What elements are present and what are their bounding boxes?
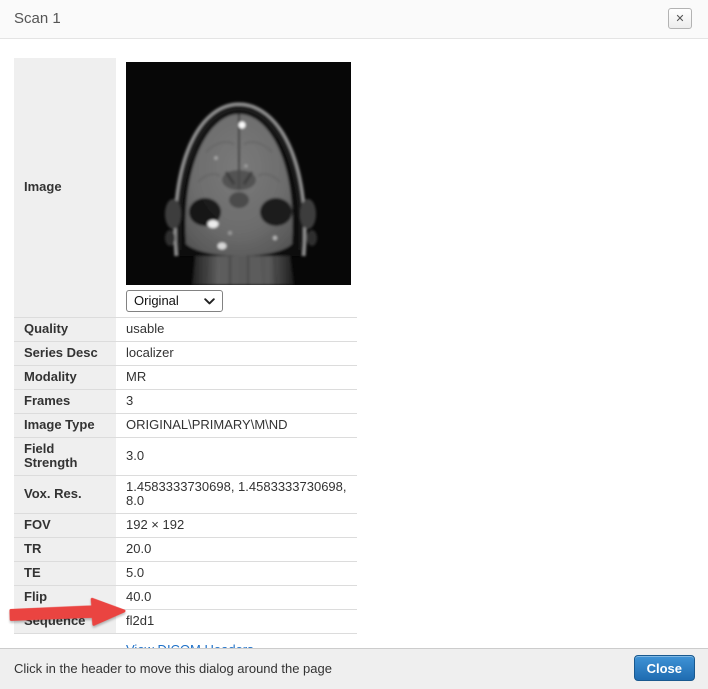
footer-hint-text: Click in the header to move this dialog … (14, 649, 332, 689)
table-row: Modality MR (14, 366, 357, 390)
table-row: Image Type ORIGINAL\PRIMARY\M\ND (14, 414, 357, 438)
dialog-body: Image (0, 39, 708, 648)
row-value: 5.0 (116, 562, 357, 586)
table-row: Vox. Res. 1.4583333730698, 1.45833337306… (14, 476, 357, 514)
row-value: ORIGINAL\PRIMARY\M\ND (116, 414, 357, 438)
image-view-select-value: Original (134, 294, 179, 308)
table-row: Flip 40.0 (14, 586, 357, 610)
mri-image (126, 62, 351, 285)
row-label: TR (14, 538, 116, 562)
row-value: MR (116, 366, 357, 390)
row-label: Frames (14, 390, 116, 414)
row-label: TE (14, 562, 116, 586)
close-button[interactable]: Close (634, 655, 695, 681)
table-row: TE 5.0 (14, 562, 357, 586)
row-label: Modality (14, 366, 116, 390)
row-value: 40.0 (116, 586, 357, 610)
table-row: Field Strength 3.0 (14, 438, 357, 476)
dialog-header[interactable]: Scan 1 ✕ (0, 0, 708, 39)
image-view-select[interactable]: Original (126, 290, 223, 312)
row-label: Image (14, 58, 116, 318)
scan-dialog: Scan 1 ✕ Image (0, 0, 708, 689)
table-row: Series Desc localizer (14, 342, 357, 366)
dialog-footer: Click in the header to move this dialog … (0, 648, 708, 689)
table-row-image: Image (14, 58, 357, 318)
row-value: 20.0 (116, 538, 357, 562)
row-label: Flip (14, 586, 116, 610)
row-value: localizer (116, 342, 357, 366)
chevron-down-icon (204, 298, 215, 305)
row-label: Series Desc (14, 342, 116, 366)
table-row: TR 20.0 (14, 538, 357, 562)
row-label: Field Strength (14, 438, 116, 476)
row-value: 3.0 (116, 438, 357, 476)
row-value: usable (116, 318, 357, 342)
dialog-title: Scan 1 (14, 0, 61, 38)
row-label: Quality (14, 318, 116, 342)
table-row: FOV 192 × 192 (14, 514, 357, 538)
row-value: 3 (116, 390, 357, 414)
row-label: Vox. Res. (14, 476, 116, 514)
table-row: Sequence fl2d1 (14, 610, 357, 634)
scan-details-table: Image (14, 58, 357, 666)
row-label: FOV (14, 514, 116, 538)
table-row: Frames 3 (14, 390, 357, 414)
close-icon[interactable]: ✕ (668, 8, 692, 29)
row-label: Image Type (14, 414, 116, 438)
row-label: Sequence (14, 610, 116, 634)
row-value: fl2d1 (116, 610, 357, 634)
row-value: 1.4583333730698, 1.4583333730698, 8.0 (116, 476, 357, 514)
table-row: Quality usable (14, 318, 357, 342)
row-value: 192 × 192 (116, 514, 357, 538)
